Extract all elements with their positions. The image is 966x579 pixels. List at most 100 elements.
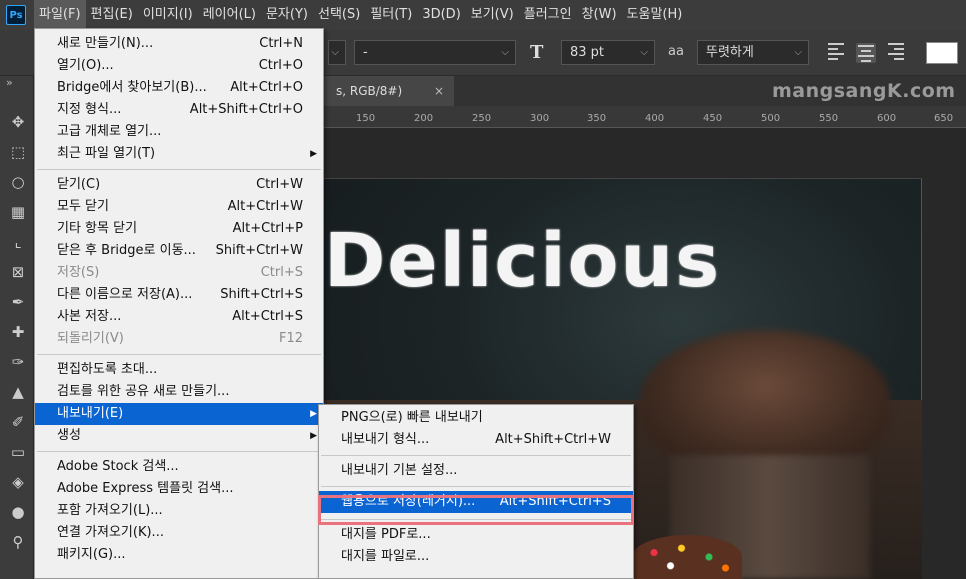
ruler-tick: 400 [645,113,665,124]
menu-view[interactable]: 보기(V) [466,0,519,30]
menu-item-shortcut: Ctrl+W [256,177,303,192]
menu-item-shortcut: Ctrl+N [259,36,303,51]
submenu-arrow-icon: ▶ [310,431,317,441]
frame-icon[interactable]: ⊠ [8,262,28,282]
quick-select-icon[interactable]: ▦ [8,202,28,222]
align-left-icon[interactable] [828,43,848,63]
history-brush-icon[interactable]: ✐ [8,412,28,432]
menu-item-label: 고급 개체로 열기... [57,124,162,139]
menu-item-search-express-templates[interactable]: Adobe Express 템플릿 검색... [35,478,323,500]
menu-item-label: 열기(O)... [57,58,114,73]
menu-item-open[interactable]: 열기(O)... Ctrl+O [35,55,323,77]
menu-item-close[interactable]: 닫기(C) Ctrl+W [35,174,323,196]
menu-item-open-recent[interactable]: 최근 파일 열기(T) ▶ [35,143,323,165]
menu-item-browse-bridge[interactable]: Bridge에서 찾아보기(B)... Alt+Ctrl+O [35,77,323,99]
marquee-icon[interactable]: ⬚ [8,142,28,162]
menu-item-export-preferences[interactable]: 내보내기 기본 설정... [319,460,633,482]
eraser-icon[interactable]: ▭ [8,442,28,462]
menu-plugins[interactable]: 플러그인 [519,0,577,30]
menu-layer[interactable]: 레이어(L) [198,0,261,30]
menu-file[interactable]: 파일(F) [34,0,86,30]
menu-type[interactable]: 문자(Y) [261,0,313,30]
menu-item-share-review[interactable]: 검토를 위한 공유 새로 만들기... [35,381,323,403]
chevron-down-icon: ⌵ [501,47,509,58]
menu-item-new[interactable]: 새로 만들기(N)... Ctrl+N [35,33,323,55]
align-right-icon[interactable] [888,43,908,63]
menu-item-shortcut: Shift+Ctrl+W [215,243,303,258]
menu-separator [37,354,321,355]
blur-icon[interactable]: ● [8,502,28,522]
menu-filter[interactable]: 필터(T) [365,0,417,30]
ruler-tick: 200 [414,113,434,124]
headline-text-layer[interactable]: Delicious [324,218,721,304]
menu-item-close-go-bridge[interactable]: 닫은 후 Bridge로 이동... Shift+Ctrl+W [35,240,323,262]
menu-item-open-as[interactable]: 지정 형식... Alt+Shift+Ctrl+O [35,99,323,121]
move-icon[interactable]: ✥ [8,112,28,132]
menu-item-open-smart-object[interactable]: 고급 개체로 열기... [35,121,323,143]
menu-item-place-embedded[interactable]: 포함 가져오기(L)... [35,500,323,522]
menu-item-artboards-to-pdf[interactable]: 대지를 PDF로... [319,524,633,546]
menu-item-search-adobe-stock[interactable]: Adobe Stock 검색... [35,456,323,478]
watermark-text: mangsangK.com [772,80,956,102]
eyedropper-icon[interactable]: ✒ [8,292,28,312]
font-style-value: - [363,45,368,60]
font-size-dropdown[interactable]: 83 pt ⌵ [561,40,655,65]
document-tab[interactable]: s, RGB/8#) × [324,76,454,106]
menu-separator [37,169,321,170]
menu-item-label: 기타 항목 닫기 [57,221,138,236]
menu-item-shortcut: Alt+Shift+Ctrl+W [495,432,611,447]
collapse-icon[interactable]: » [6,76,13,89]
chevron-down-icon: ⌵ [640,47,648,58]
close-icon[interactable]: × [434,76,444,106]
ruler-tick: 500 [761,113,781,124]
menu-image[interactable]: 이미지(I) [138,0,198,30]
menu-item-shortcut: Ctrl+S [260,265,303,280]
menu-item-label: 모두 닫기 [57,199,109,214]
font-style-dropdown[interactable]: - ⌵ [354,40,516,65]
menu-help[interactable]: 도움말(H) [622,0,688,30]
menu-item-artboards-to-files[interactable]: 대지를 파일로... [319,546,633,568]
menu-item-quick-export-png[interactable]: PNG으(로) 빠른 내보내기 [319,407,633,429]
menu-item-label: Adobe Stock 검색... [57,459,179,474]
menu-item-package[interactable]: 패키지(G)... [35,544,323,566]
crop-icon[interactable]: ⌞ [8,232,28,252]
menu-item-close-others[interactable]: 기타 항목 닫기 Alt+Ctrl+P [35,218,323,240]
menu-item-generate[interactable]: 생성 ▶ [35,425,323,447]
menu-item-label: 포함 가져오기(L)... [57,503,163,518]
dodge-icon[interactable]: ⚲ [8,532,28,552]
highlight-annotation-box [318,495,634,525]
healing-icon[interactable]: ✚ [8,322,28,342]
font-family-dropdown[interactable]: ⌵ [328,40,346,65]
menu-item-place-linked[interactable]: 연결 가져오기(K)... [35,522,323,544]
antialias-dropdown[interactable]: 뚜렷하게 ⌵ [697,40,809,65]
menu-item-save-as[interactable]: 다른 이름으로 저장(A)... Shift+Ctrl+S [35,284,323,306]
menu-item-label: 지정 형식... [57,102,122,117]
menu-item-close-all[interactable]: 모두 닫기 Alt+Ctrl+W [35,196,323,218]
paint-bucket-icon[interactable]: ◈ [8,472,28,492]
image-sprinkles [632,535,742,579]
menu-item-label: 최근 파일 열기(T) [57,146,156,161]
menu-window[interactable]: 창(W) [577,0,622,30]
menu-item-label: 닫기(C) [57,177,101,192]
menu-item-shortcut: F12 [278,331,303,346]
menu-item-export[interactable]: 내보내기(E) ▶ [35,403,323,425]
menu-item-label: 저장(S) [57,265,100,280]
submenu-arrow-icon: ▶ [310,409,317,419]
menu-3d[interactable]: 3D(D) [417,0,465,30]
menu-item-export-as[interactable]: 내보내기 형식... Alt+Shift+Ctrl+W [319,429,633,451]
menu-separator [37,451,321,452]
menu-select[interactable]: 선택(S) [313,0,365,30]
font-size-value: 83 pt [570,45,605,60]
lasso-icon[interactable]: ○ [8,172,28,192]
menu-item-label: 연결 가져오기(K)... [57,525,164,540]
menu-item-label: 대지를 파일로... [341,549,430,564]
menu-item-label: 내보내기 기본 설정... [341,463,458,478]
brush-icon[interactable]: ✑ [8,352,28,372]
menu-item-invite-edit[interactable]: 편집하도록 초대... [35,359,323,381]
stamp-icon[interactable]: ▲ [8,382,28,402]
align-center-icon[interactable] [856,43,876,63]
text-color-swatch[interactable] [926,42,958,64]
menu-edit[interactable]: 편집(E) [86,0,138,30]
menu-item-shortcut: Shift+Ctrl+S [220,287,303,302]
menu-item-save-copy[interactable]: 사본 저장... Alt+Ctrl+S [35,306,323,328]
